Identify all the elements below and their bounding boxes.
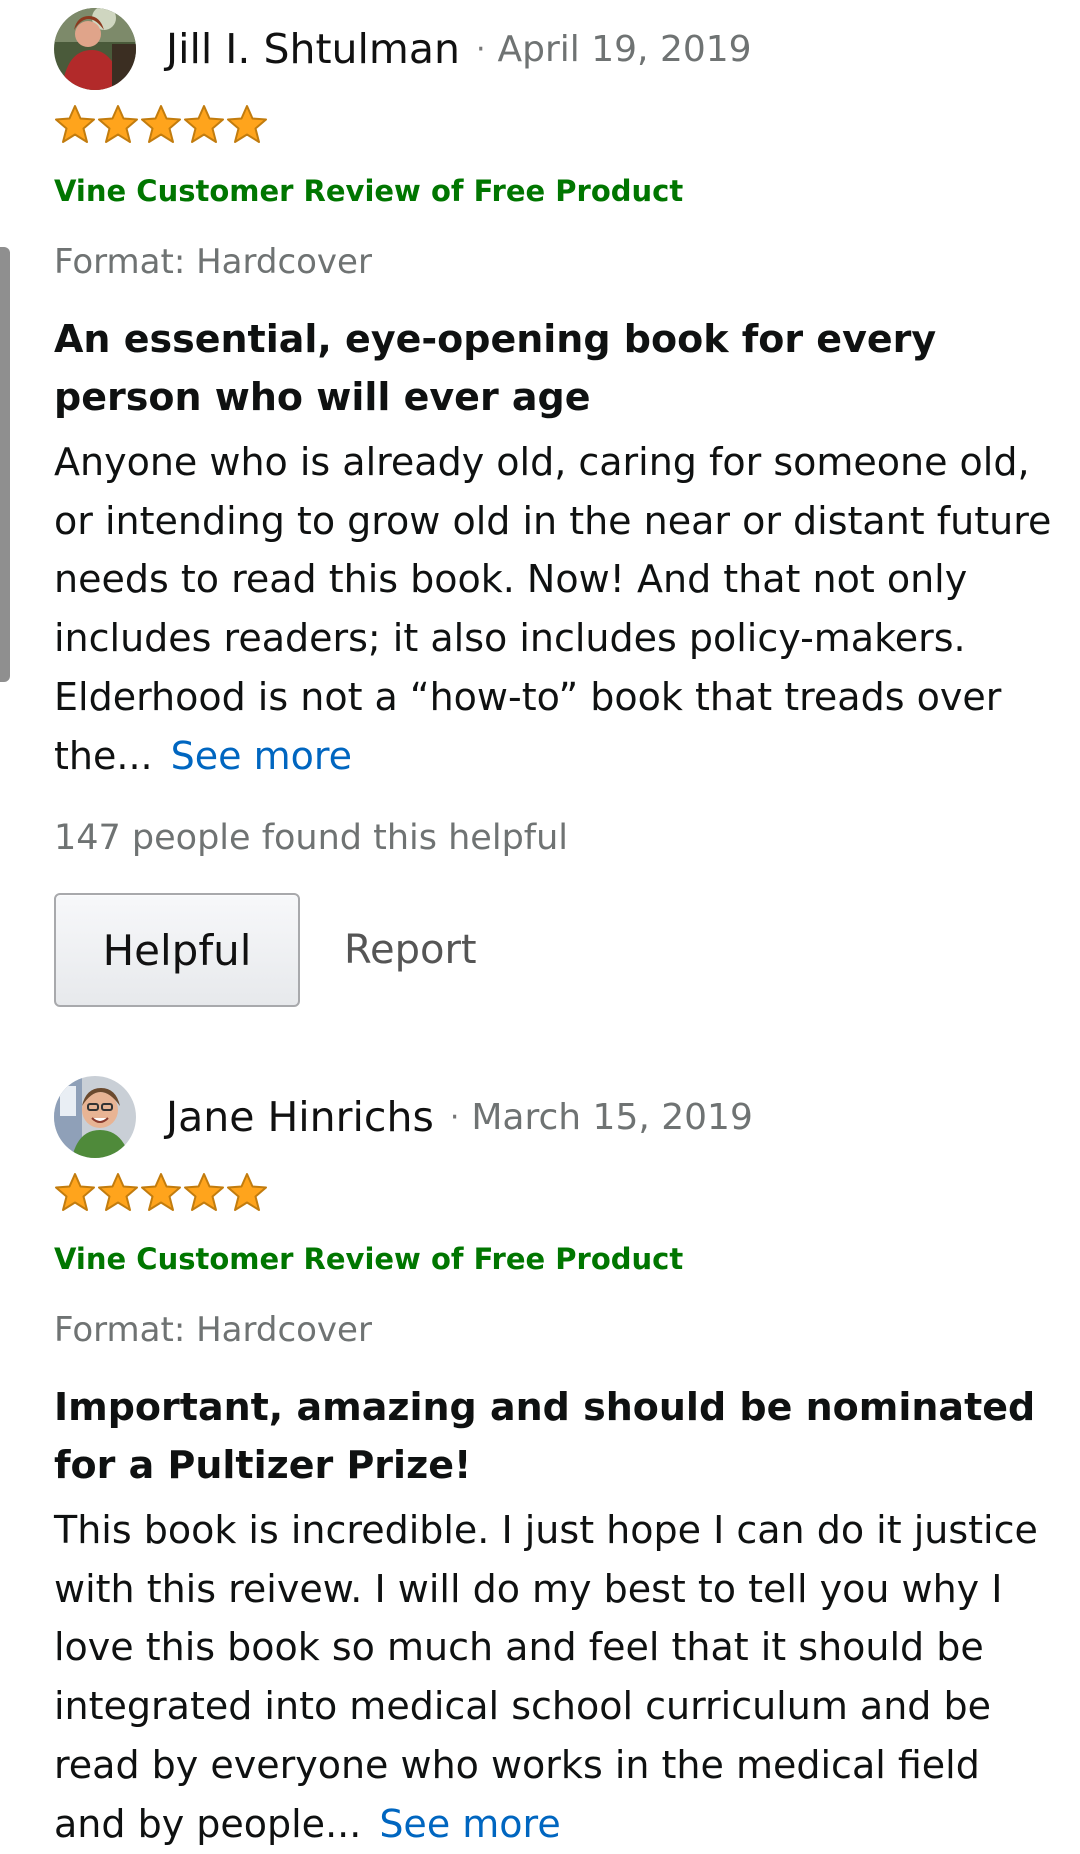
star-icon bbox=[55, 1173, 95, 1211]
vine-badge: Vine Customer Review of Free Product bbox=[54, 174, 684, 208]
see-more-link[interactable]: See more bbox=[171, 734, 352, 778]
star-icon bbox=[55, 105, 95, 143]
reviews-page: Jill I. Shtulman · April 19, 2019 Vine C… bbox=[0, 0, 1080, 1854]
review-title: An essential, eye-opening book for every… bbox=[54, 317, 937, 419]
reviewer-name[interactable]: Jane Hinrichs bbox=[166, 1093, 434, 1141]
star-icon bbox=[227, 105, 267, 143]
star-icon bbox=[98, 105, 138, 143]
helpful-button[interactable]: Helpful bbox=[54, 893, 300, 1007]
review-actions: Helpful Report bbox=[54, 892, 477, 1008]
review-body-text: Anyone who is already old, caring for so… bbox=[54, 440, 1052, 778]
star-icon bbox=[227, 1173, 267, 1211]
see-more-link[interactable]: See more bbox=[379, 1802, 560, 1846]
star-rating bbox=[54, 1172, 269, 1212]
review-title: Important, amazing and should be nominat… bbox=[54, 1385, 1036, 1487]
star-rating bbox=[54, 104, 269, 144]
reviewer-row: Jane Hinrichs · March 15, 2019 bbox=[54, 1076, 753, 1158]
vine-badge: Vine Customer Review of Free Product bbox=[54, 1242, 684, 1276]
format-label[interactable]: Format: Hardcover bbox=[54, 1310, 372, 1350]
star-icon bbox=[141, 1173, 181, 1211]
format-label[interactable]: Format: Hardcover bbox=[54, 242, 372, 282]
avatar-image bbox=[54, 1076, 136, 1158]
avatar-image bbox=[54, 8, 136, 90]
reviewer-row: Jill I. Shtulman · April 19, 2019 bbox=[54, 8, 752, 90]
helpful-count: 147 people found this helpful bbox=[54, 818, 569, 858]
star-icon bbox=[141, 105, 181, 143]
review-body-text: This book is incredible. I just hope I c… bbox=[54, 1508, 1038, 1846]
scrollbar-thumb[interactable] bbox=[0, 247, 10, 682]
star-icon bbox=[184, 105, 224, 143]
review-body: This book is incredible. I just hope I c… bbox=[54, 1501, 1054, 1853]
avatar[interactable] bbox=[54, 8, 136, 90]
avatar[interactable] bbox=[54, 1076, 136, 1158]
reviewer-name[interactable]: Jill I. Shtulman bbox=[166, 25, 460, 73]
review-date: April 19, 2019 bbox=[497, 28, 752, 70]
meta-separator: · bbox=[449, 1099, 460, 1135]
report-link[interactable]: Report bbox=[344, 927, 477, 973]
review-date: March 15, 2019 bbox=[471, 1096, 753, 1138]
review-body: Anyone who is already old, caring for so… bbox=[54, 433, 1054, 785]
star-icon bbox=[184, 1173, 224, 1211]
star-icon bbox=[98, 1173, 138, 1211]
meta-separator: · bbox=[475, 31, 486, 67]
